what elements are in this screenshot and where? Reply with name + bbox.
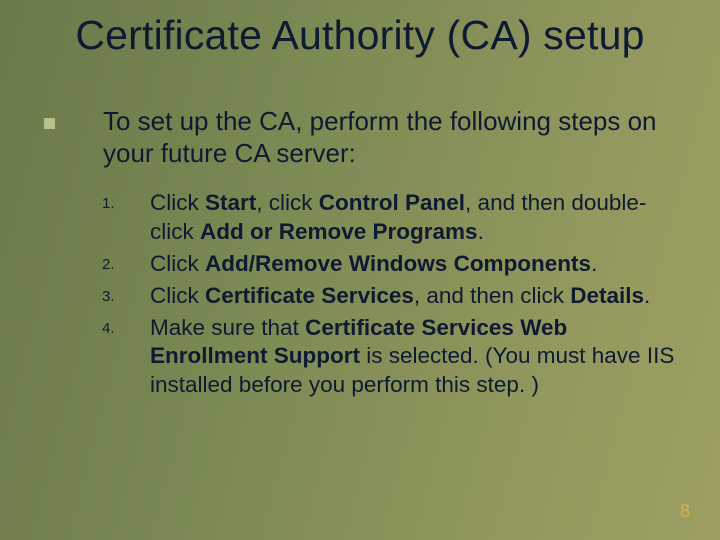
step-text: Make sure that Certificate Services Web … <box>150 314 684 400</box>
slide: Certificate Authority (CA) setup To set … <box>0 0 720 540</box>
step-number: 1. <box>102 189 150 212</box>
list-item: 2. Click Add/Remove Windows Components. <box>102 250 684 279</box>
list-item: 1. Click Start, click Control Panel, and… <box>102 189 684 247</box>
list-item: 3. Click Certificate Services, and then … <box>102 282 684 311</box>
list-item: 4. Make sure that Certificate Services W… <box>102 314 684 400</box>
lead-row: To set up the CA, perform the following … <box>42 106 684 169</box>
slide-body: To set up the CA, perform the following … <box>42 106 684 403</box>
lead-text: To set up the CA, perform the following … <box>103 106 684 169</box>
step-text: Click Start, click Control Panel, and th… <box>150 189 684 247</box>
step-text: Click Certificate Services, and then cli… <box>150 282 650 311</box>
step-number: 3. <box>102 282 150 305</box>
page-number: 8 <box>680 501 690 522</box>
bullet-icon <box>44 118 55 129</box>
step-text: Click Add/Remove Windows Components. <box>150 250 597 279</box>
step-number: 2. <box>102 250 150 273</box>
steps-list: 1. Click Start, click Control Panel, and… <box>102 189 684 400</box>
step-number: 4. <box>102 314 150 337</box>
slide-title: Certificate Authority (CA) setup <box>0 12 720 59</box>
